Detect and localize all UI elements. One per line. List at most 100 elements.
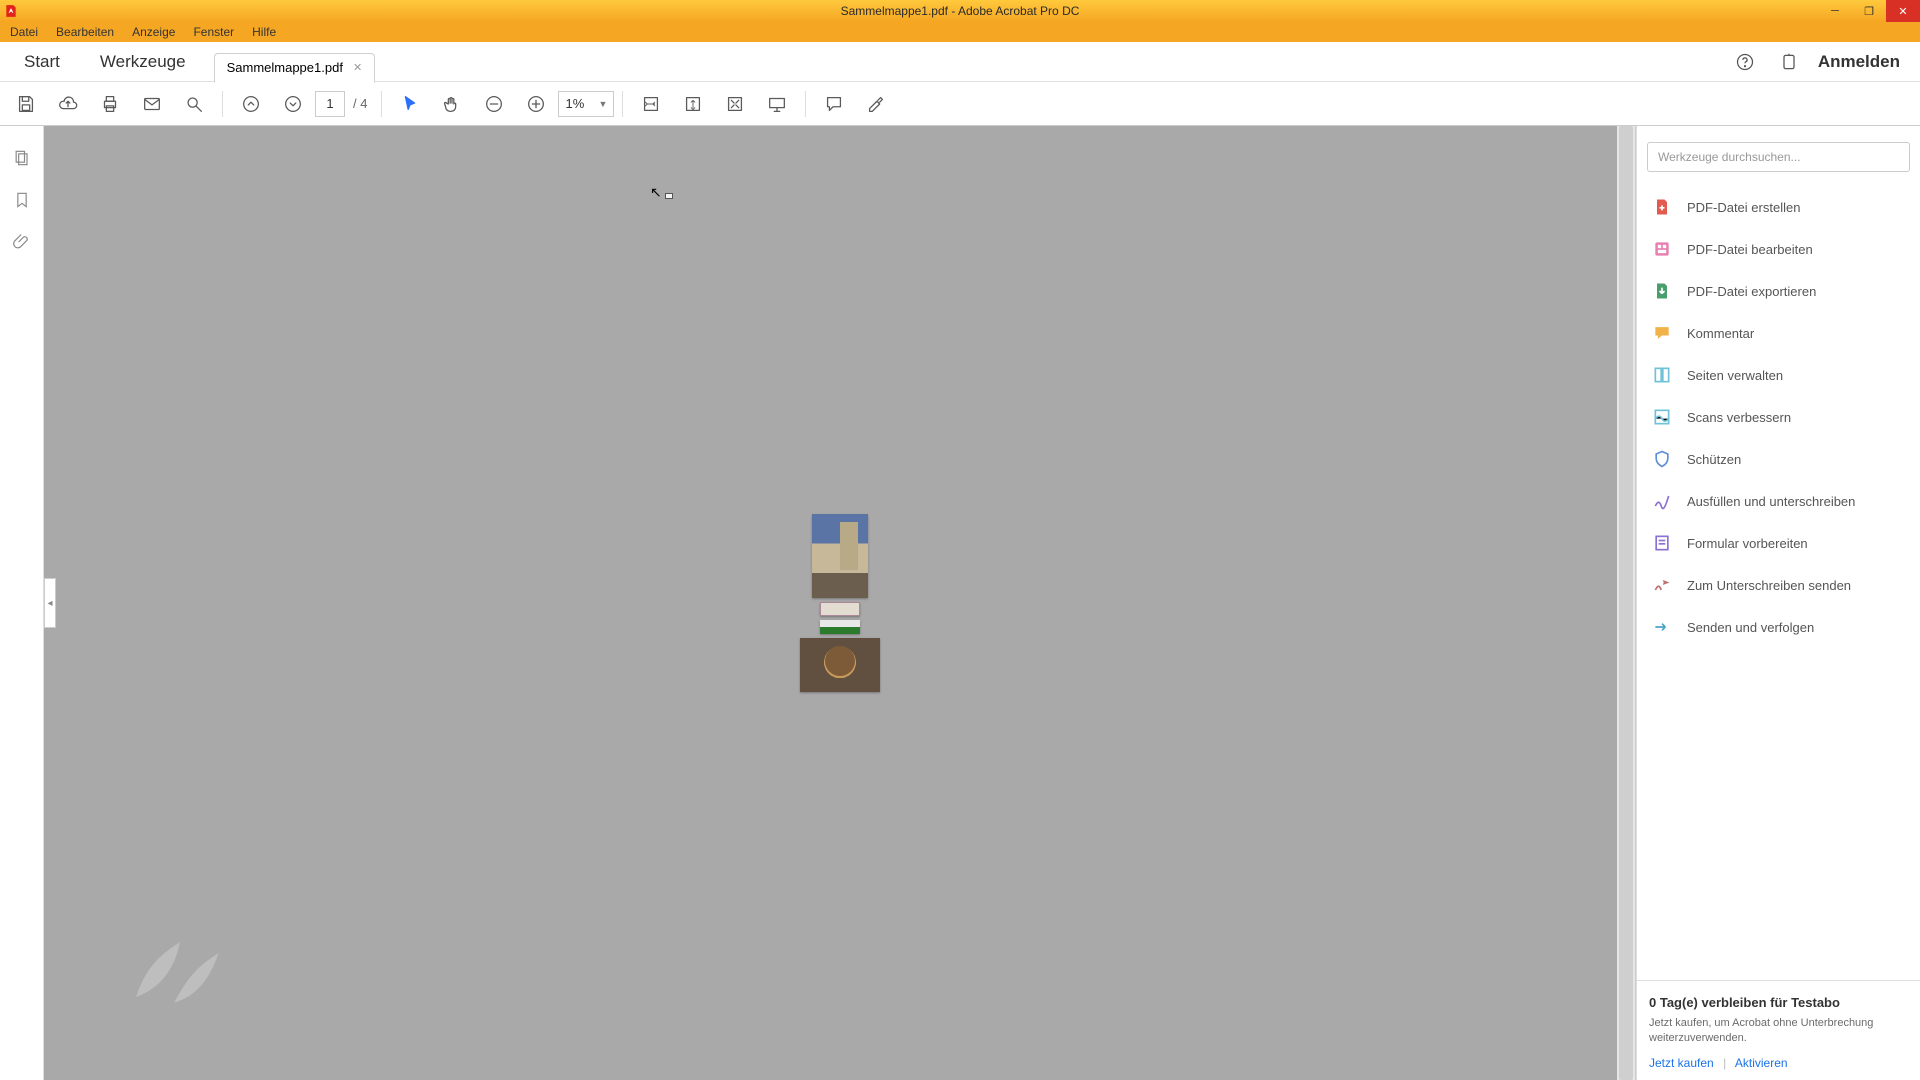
hand-tool-icon[interactable] — [432, 84, 472, 124]
print-icon[interactable] — [90, 84, 130, 124]
mail-icon[interactable] — [132, 84, 172, 124]
menu-fenster[interactable]: Fenster — [187, 25, 240, 39]
document-tab-label: Sammelmappe1.pdf — [227, 60, 343, 75]
enhance-icon — [1651, 406, 1673, 428]
search-icon[interactable] — [174, 84, 214, 124]
help-icon[interactable] — [1730, 47, 1760, 77]
left-rail — [0, 126, 44, 1080]
trial-banner: 0 Tag(e) verbleiben für Testabo Jetzt ka… — [1637, 980, 1920, 1080]
window-controls: ─ ❐ ✕ — [1818, 0, 1920, 22]
tool-item-label: PDF-Datei exportieren — [1687, 284, 1816, 299]
collapse-left-handle[interactable]: ◂ — [44, 578, 56, 628]
tools-search-placeholder: Werkzeuge durchsuchen... — [1658, 150, 1801, 164]
tool-item-enhance[interactable]: Scans verbessern — [1637, 396, 1920, 438]
page-thumb-1[interactable] — [812, 514, 868, 598]
fillsign-icon — [1651, 490, 1673, 512]
highlight-icon[interactable] — [856, 84, 896, 124]
tool-item-label: Scans verbessern — [1687, 410, 1791, 425]
tool-item-label: Zum Unterschreiben senden — [1687, 578, 1851, 593]
tool-item-protect[interactable]: Schützen — [1637, 438, 1920, 480]
attachments-panel-icon[interactable] — [8, 228, 36, 256]
chevron-down-icon: ▼ — [599, 99, 608, 109]
tab-start[interactable]: Start — [4, 42, 80, 81]
read-mode-icon[interactable] — [757, 84, 797, 124]
vertical-scrollbar[interactable] — [1617, 126, 1635, 1080]
page-up-icon[interactable] — [231, 84, 271, 124]
tool-item-pages[interactable]: Seiten verwalten — [1637, 354, 1920, 396]
minimize-button[interactable]: ─ — [1818, 0, 1852, 22]
tabs-row: Start Werkzeuge Sammelmappe1.pdf ✕ Anmel… — [0, 42, 1920, 82]
close-button[interactable]: ✕ — [1886, 0, 1920, 22]
tool-item-export[interactable]: PDF-Datei exportieren — [1637, 270, 1920, 312]
zoom-value: 1% — [565, 96, 584, 111]
tool-item-create[interactable]: PDF-Datei erstellen — [1637, 186, 1920, 228]
zoom-in-icon[interactable] — [516, 84, 556, 124]
bookmarks-panel-icon[interactable] — [8, 186, 36, 214]
separator — [381, 91, 382, 117]
fit-page-icon[interactable] — [673, 84, 713, 124]
activate-link[interactable]: Aktivieren — [1735, 1056, 1788, 1070]
menu-anzeige[interactable]: Anzeige — [126, 25, 181, 39]
page-thumbnails — [800, 514, 880, 692]
separator — [222, 91, 223, 117]
tools-search-input[interactable]: Werkzeuge durchsuchen... — [1647, 142, 1910, 172]
document-tab[interactable]: Sammelmappe1.pdf ✕ — [214, 53, 376, 83]
separator — [805, 91, 806, 117]
page-number-input[interactable] — [315, 91, 345, 117]
tools-panel: Werkzeuge durchsuchen... PDF-Datei erste… — [1636, 126, 1920, 1080]
form-icon — [1651, 532, 1673, 554]
sendsign-icon — [1651, 574, 1673, 596]
menu-bearbeiten[interactable]: Bearbeiten — [50, 25, 120, 39]
trial-title: 0 Tag(e) verbleiben für Testabo — [1649, 995, 1908, 1010]
tool-item-fillsign[interactable]: Ausfüllen und unterschreiben — [1637, 480, 1920, 522]
toolbar: / 4 1% ▼ — [0, 82, 1920, 126]
tool-item-label: Ausfüllen und unterschreiben — [1687, 494, 1855, 509]
tool-item-label: Schützen — [1687, 452, 1741, 467]
close-tab-icon[interactable]: ✕ — [353, 61, 362, 74]
cursor-indicator: ↖ — [650, 184, 673, 201]
buy-now-link[interactable]: Jetzt kaufen — [1649, 1056, 1714, 1070]
notifications-icon[interactable] — [1774, 47, 1804, 77]
watermark-icon — [114, 930, 224, 1020]
window-title: Sammelmappe1.pdf - Adobe Acrobat Pro DC — [841, 4, 1080, 18]
document-view[interactable]: ◂ ↖ ▸ — [44, 126, 1636, 1080]
save-icon[interactable] — [6, 84, 46, 124]
menu-datei[interactable]: Datei — [4, 25, 44, 39]
menu-hilfe[interactable]: Hilfe — [246, 25, 282, 39]
page-thumb-4[interactable] — [800, 638, 880, 692]
tool-item-edit[interactable]: PDF-Datei bearbeiten — [1637, 228, 1920, 270]
separator — [622, 91, 623, 117]
tool-item-label: PDF-Datei erstellen — [1687, 200, 1800, 215]
acrobat-icon — [2, 2, 20, 20]
zoom-select[interactable]: 1% ▼ — [558, 91, 614, 117]
tool-item-sendtrack[interactable]: Senden und verfolgen — [1637, 606, 1920, 648]
tool-item-label: Kommentar — [1687, 326, 1754, 341]
cloud-upload-icon[interactable] — [48, 84, 88, 124]
tool-item-sendsign[interactable]: Zum Unterschreiben senden — [1637, 564, 1920, 606]
comment-icon[interactable] — [814, 84, 854, 124]
pages-icon — [1651, 364, 1673, 386]
fit-width-icon[interactable] — [631, 84, 671, 124]
protect-icon — [1651, 448, 1673, 470]
tools-list: PDF-Datei erstellen PDF-Datei bearbeiten P… — [1637, 186, 1920, 648]
selection-tool-icon[interactable] — [390, 84, 430, 124]
sign-in-link[interactable]: Anmelden — [1818, 52, 1900, 72]
fit-visible-icon[interactable] — [715, 84, 755, 124]
tool-item-label: Seiten verwalten — [1687, 368, 1783, 383]
page-down-icon[interactable] — [273, 84, 313, 124]
titlebar: Sammelmappe1.pdf - Adobe Acrobat Pro DC … — [0, 0, 1920, 22]
menubar: Datei Bearbeiten Anzeige Fenster Hilfe — [0, 22, 1920, 42]
maximize-button[interactable]: ❐ — [1852, 0, 1886, 22]
separator: | — [1723, 1056, 1726, 1070]
tab-werkzeuge[interactable]: Werkzeuge — [80, 42, 206, 81]
page-thumb-3[interactable] — [820, 620, 860, 634]
tool-item-form[interactable]: Formular vorbereiten — [1637, 522, 1920, 564]
create-icon — [1651, 196, 1673, 218]
tool-item-label: Senden und verfolgen — [1687, 620, 1814, 635]
tool-item-comment[interactable]: Kommentar — [1637, 312, 1920, 354]
thumbnails-panel-icon[interactable] — [8, 144, 36, 172]
page-thumb-2[interactable] — [820, 602, 860, 616]
page-total-label: / 4 — [347, 96, 373, 111]
zoom-out-icon[interactable] — [474, 84, 514, 124]
comment-icon — [1651, 322, 1673, 344]
